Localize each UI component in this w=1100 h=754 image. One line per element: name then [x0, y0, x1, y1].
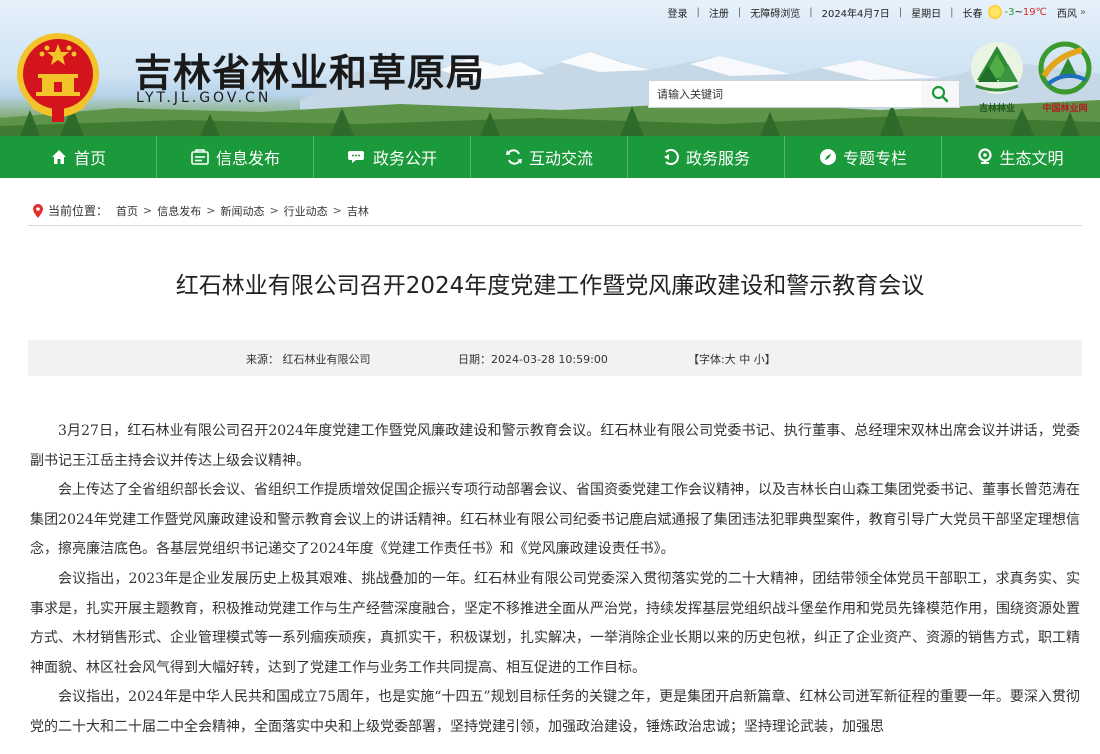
nav-item-gov-affairs-open[interactable]: 政务公开	[314, 136, 471, 178]
jilin-forestry-logo-icon	[971, 42, 1023, 94]
site-domain: LYT.JL.GOV.CN	[136, 90, 272, 106]
article-paragraph: 会上传达了全省组织部长会议、省组织工作提质增效促国企振兴专项行动部署会议、省国资…	[30, 482, 1080, 558]
nav-item-info-release[interactable]: 信息发布	[157, 136, 314, 178]
article-body: 3月27日，红石林业有限公司召开2024年度党建工作暨党风廉政建设和警示教育会议…	[30, 417, 1080, 743]
breadcrumb-separator: >	[206, 204, 216, 217]
breadcrumb-item-home[interactable]: 首页	[116, 203, 138, 219]
weather-city: 长春	[962, 8, 983, 20]
weather-more-link[interactable]: »	[1080, 7, 1086, 18]
divider: |	[950, 6, 954, 18]
temp-separator: ~	[1014, 6, 1023, 18]
temp-low: -3	[1004, 6, 1015, 18]
current-date: 2024年4月7日	[821, 8, 890, 20]
nav-item-label: 专题专栏	[842, 149, 907, 168]
service-icon	[663, 149, 679, 165]
article-paragraph: 会议指出，2024年是中华人民共和国成立75周年，也是实施“十四五”规划目标任务…	[30, 689, 1080, 735]
china-forestry-logo-icon	[1038, 41, 1092, 95]
nav-item-label: 生态文明	[999, 149, 1064, 168]
jilin-forestry-caption: 吉林林业	[978, 104, 1015, 114]
divider: |	[737, 6, 742, 18]
breadcrumb-item-info-release[interactable]: 信息发布	[157, 203, 201, 219]
nav-item-interaction[interactable]: 互动交流	[471, 136, 628, 178]
nav-item-special-topics[interactable]: 专题专栏	[785, 136, 942, 178]
article-source: 来源： 红石林业有限公司	[246, 353, 371, 366]
refresh-icon	[505, 149, 522, 165]
site-title: 吉林省林业和草原局	[134, 50, 486, 95]
main-nav: 首页 信息发布 政务公开 互动交流 政务服务 专题专栏 生态文明	[0, 136, 1100, 178]
nav-item-label: 政务公开	[372, 149, 437, 168]
breadcrumb-separator: >	[143, 204, 153, 217]
site-header: 登录 | 注册 | 无障碍浏览 | 2024年4月7日 | 星期日 | 长春 -…	[0, 0, 1100, 136]
national-emblem-icon	[17, 33, 99, 122]
compass-icon	[819, 149, 836, 165]
article-meta-bar: 来源： 红石林业有限公司 日期：2024-03-28 10:59:00 【字体:…	[28, 340, 1082, 376]
nav-item-label: 互动交流	[528, 149, 593, 168]
divider: |	[898, 6, 903, 18]
search-input[interactable]	[649, 81, 921, 107]
nav-item-label: 首页	[73, 149, 106, 168]
divider: |	[809, 6, 813, 18]
china-forestry-caption: 中国林业网	[1042, 104, 1088, 114]
accessible-browse-link[interactable]: 无障碍浏览	[750, 5, 800, 20]
login-link[interactable]: 登录	[667, 5, 687, 20]
china-forestry-logo[interactable]: 中国林业网	[1036, 40, 1094, 114]
article-paragraph: 会议指出，2023年是企业发展历史上极其艰难、挑战叠加的一年。红石林业有限公司党…	[30, 570, 1080, 676]
pin-icon	[978, 148, 993, 164]
breadcrumb-item-news[interactable]: 新闻动态	[220, 203, 264, 219]
temp-high: 19℃	[1022, 6, 1047, 18]
nav-item-label: 信息发布	[215, 149, 280, 168]
search-icon	[931, 85, 949, 103]
current-weekday: 星期日	[911, 8, 942, 20]
chat-icon	[347, 151, 364, 163]
font-size-switcher[interactable]: 【字体:大 中 小】	[688, 351, 776, 367]
nav-item-eco-civilization[interactable]: 生态文明	[942, 136, 1099, 178]
breadcrumb-item-jilin[interactable]: 吉林	[347, 203, 369, 219]
home-icon	[51, 150, 66, 164]
article-title: 红石林业有限公司召开2024年度党建工作暨党风廉政建设和警示教育会议	[175, 273, 925, 299]
weather-wind: 西风	[1056, 8, 1077, 20]
breadcrumb: 当前位置： 首页 > 信息发布 > 新闻动态 > 行业动态 > 吉林	[28, 196, 1082, 226]
nav-item-home[interactable]: 首页	[0, 136, 157, 178]
divider: |	[696, 6, 700, 18]
breadcrumb-separator: >	[332, 204, 342, 217]
nav-item-label: 政务服务	[685, 149, 750, 168]
breadcrumb-separator: >	[269, 204, 279, 217]
search-button[interactable]	[921, 81, 959, 107]
nav-item-gov-services[interactable]: 政务服务	[628, 136, 785, 178]
article-date: 日期：2024-03-28 10:59:00	[458, 353, 608, 366]
location-pin-icon	[33, 203, 43, 218]
info-icon	[191, 149, 209, 165]
search-box	[648, 80, 960, 108]
sunny-icon	[987, 5, 1002, 19]
breadcrumb-item-industry-news[interactable]: 行业动态	[284, 203, 328, 219]
jilin-forestry-logo[interactable]: 吉林林业	[968, 40, 1026, 114]
breadcrumb-container: 当前位置： 首页 > 信息发布 > 新闻动态 > 行业动态 > 吉林	[28, 196, 1082, 226]
register-link[interactable]: 注册	[709, 5, 729, 20]
breadcrumb-label: 当前位置：	[48, 204, 109, 218]
article-paragraph: 3月27日，红石林业有限公司召开2024年度党建工作暨党风廉政建设和警示教育会议…	[30, 423, 1080, 469]
top-utility-bar: 登录 | 注册 | 无障碍浏览 | 2024年4月7日 | 星期日 | 长春 -…	[667, 4, 1086, 20]
